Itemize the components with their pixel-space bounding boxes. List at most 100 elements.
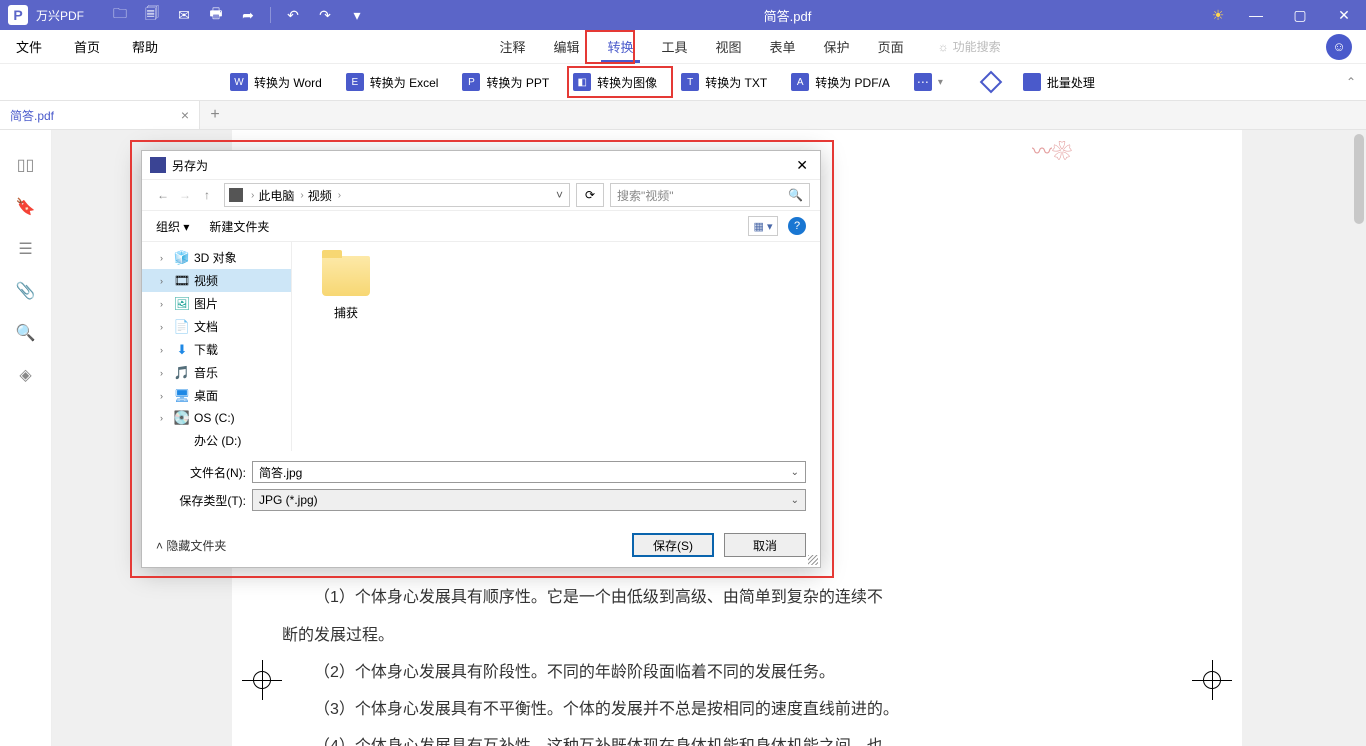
- dialog-app-icon: [150, 157, 166, 173]
- txt-icon: T: [681, 73, 699, 91]
- dialog-nav: ← → ↑ › 此电脑 › 视频 › ˅ ⟳ 搜索"视频" 🔍: [142, 179, 820, 211]
- tree-item-pictures[interactable]: ›🖼图片: [142, 292, 291, 315]
- folder-label: 捕获: [334, 304, 358, 321]
- tree-item-other[interactable]: 办公 (D:): [142, 429, 291, 451]
- save-icon[interactable]: 🗐: [138, 1, 166, 29]
- new-folder-button[interactable]: 新建文件夹: [209, 218, 269, 235]
- tab-view[interactable]: 视图: [702, 30, 756, 63]
- menu-home[interactable]: 首页: [58, 30, 116, 63]
- nav-back-icon[interactable]: ←: [152, 188, 174, 202]
- dialog-title: 另存为: [172, 157, 208, 174]
- filename-label: 文件名(N):: [156, 464, 246, 481]
- nav-up-icon[interactable]: ↑: [196, 188, 218, 202]
- tab-annotate[interactable]: 注释: [485, 30, 539, 63]
- resize-grip[interactable]: [808, 555, 818, 565]
- scrollbar-thumb[interactable]: [1354, 134, 1364, 224]
- document-title: 简答.pdf: [373, 6, 1202, 25]
- side-toolbar: ▯▯ 🔖 ☰ 📎 🔍 ◈ ▸: [0, 130, 52, 746]
- mail-icon[interactable]: ✉: [170, 1, 198, 29]
- breadcrumb-dropdown-icon[interactable]: ˅: [556, 188, 563, 202]
- open-folder-icon[interactable]: 🗀: [106, 1, 134, 29]
- app-logo: P: [8, 5, 28, 25]
- undo-icon[interactable]: ↶: [279, 1, 307, 29]
- folder-tree: ›🧊3D 对象 ›🎞视频 ›🖼图片 ›📄文档 ›⬇下载 ›🎵音乐 ›🖥桌面 ›💽…: [142, 242, 292, 451]
- refresh-icon[interactable]: ⟳: [576, 183, 604, 207]
- organize-button[interactable]: 组织 ▾: [156, 218, 189, 235]
- convert-to-txt-button[interactable]: T转换为 TXT: [681, 73, 767, 91]
- dropdown-icon[interactable]: ▾: [343, 1, 371, 29]
- tree-item-osc[interactable]: ›💽OS (C:): [142, 407, 291, 429]
- file-list[interactable]: 捕获: [292, 242, 820, 451]
- tree-item-desktop[interactable]: ›🖥桌面: [142, 384, 291, 407]
- breadcrumb[interactable]: › 此电脑 › 视频 › ˅: [224, 183, 570, 207]
- more-icon[interactable]: ⋯: [914, 73, 932, 91]
- maximize-icon[interactable]: ▢: [1280, 1, 1320, 29]
- view-mode-button[interactable]: ▦ ▾: [748, 216, 778, 236]
- ribbon: W转换为 Word E转换为 Excel P转换为 PPT ◧转换为图像 T转换…: [0, 64, 1366, 100]
- share-icon[interactable]: ➦: [234, 1, 262, 29]
- tab-page[interactable]: 页面: [864, 30, 918, 63]
- dialog-search-input[interactable]: 搜索"视频" 🔍: [610, 183, 810, 207]
- theme-icon[interactable]: ☀: [1204, 1, 1232, 29]
- help-icon[interactable]: ?: [788, 217, 806, 235]
- chevron-down-icon[interactable]: ⌄: [791, 467, 799, 478]
- tree-item-music[interactable]: ›🎵音乐: [142, 361, 291, 384]
- cancel-button[interactable]: 取消: [724, 533, 806, 557]
- doc-paragraph: 断的发展过程。: [282, 618, 1192, 653]
- separator: [270, 7, 271, 23]
- lightbulb-icon: ☼: [938, 40, 949, 54]
- thumbnails-icon[interactable]: ▯▯: [15, 154, 37, 176]
- document-tab[interactable]: 简答.pdf ×: [0, 101, 200, 129]
- tab-tools[interactable]: 工具: [648, 30, 702, 63]
- convert-to-ppt-button[interactable]: P转换为 PPT: [462, 73, 549, 91]
- tab-convert[interactable]: 转换: [593, 30, 647, 63]
- layers-icon[interactable]: ◈: [15, 364, 37, 386]
- comments-icon[interactable]: ☰: [15, 238, 37, 260]
- tab-form[interactable]: 表单: [756, 30, 810, 63]
- menu-file[interactable]: 文件: [0, 30, 58, 63]
- crumb-pc[interactable]: 此电脑: [258, 187, 294, 204]
- filetype-label: 保存类型(T):: [156, 492, 246, 509]
- minimize-icon[interactable]: —: [1236, 1, 1276, 29]
- filetype-select[interactable]: JPG (*.jpg)⌄: [252, 489, 806, 511]
- batch-process-button[interactable]: 批量处理: [1023, 73, 1095, 91]
- shape-tool-icon[interactable]: [980, 71, 1003, 94]
- folder-item[interactable]: 捕获: [306, 256, 386, 321]
- tree-item-video[interactable]: ›🎞视频: [142, 269, 291, 292]
- bookmark-icon[interactable]: 🔖: [15, 196, 37, 218]
- attachment-icon[interactable]: 📎: [15, 280, 37, 302]
- tab-edit[interactable]: 编辑: [539, 30, 593, 63]
- convert-to-pdfa-button[interactable]: A转换为 PDF/A: [791, 73, 890, 91]
- dialog-close-icon[interactable]: ✕: [792, 157, 812, 174]
- ribbon-collapse-icon[interactable]: ⌃: [1346, 75, 1356, 89]
- chevron-down-icon[interactable]: ▾: [938, 77, 943, 88]
- print-icon[interactable]: 🖶: [202, 1, 230, 29]
- tree-item-downloads[interactable]: ›⬇下载: [142, 338, 291, 361]
- hide-folders-toggle[interactable]: ˄ 隐藏文件夹: [156, 537, 226, 554]
- tab-protect[interactable]: 保护: [810, 30, 864, 63]
- close-tab-icon[interactable]: ×: [181, 107, 189, 123]
- titlebar: P 万兴PDF 🗀 🗐 ✉ 🖶 ➦ ↶ ↷ ▾ 简答.pdf ☀ — ▢ ✕: [0, 0, 1366, 30]
- crumb-video[interactable]: 视频: [308, 187, 332, 204]
- redo-icon[interactable]: ↷: [311, 1, 339, 29]
- save-button[interactable]: 保存(S): [632, 533, 714, 557]
- tree-item-3dobjects[interactable]: ›🧊3D 对象: [142, 246, 291, 269]
- user-avatar[interactable]: ☺: [1326, 34, 1352, 60]
- add-tab-button[interactable]: +: [200, 101, 230, 129]
- nav-forward-icon[interactable]: →: [174, 188, 196, 202]
- filename-input[interactable]: 简答.jpg⌄: [252, 461, 806, 483]
- close-window-icon[interactable]: ✕: [1324, 1, 1364, 29]
- tree-item-documents[interactable]: ›📄文档: [142, 315, 291, 338]
- convert-to-image-button[interactable]: ◧转换为图像: [573, 73, 657, 91]
- batch-icon: [1023, 73, 1041, 91]
- function-search[interactable]: ☼ 功能搜索: [938, 38, 1001, 55]
- convert-to-excel-button[interactable]: E转换为 Excel: [346, 73, 439, 91]
- vertical-scrollbar[interactable]: [1352, 130, 1366, 746]
- chevron-down-icon[interactable]: ⌄: [791, 495, 799, 506]
- convert-to-word-button[interactable]: W转换为 Word: [230, 73, 322, 91]
- menubar: 文件 首页 帮助 注释 编辑 转换 工具 视图 表单 保护 页面 ☼ 功能搜索 …: [0, 30, 1366, 64]
- doc-paragraph: （3）个体身心发展具有不平衡性。个体的发展并不总是按相同的速度直线前进的。: [282, 692, 1192, 727]
- doc-paragraph: （2）个体身心发展具有阶段性。不同的年龄阶段面临着不同的发展任务。: [282, 655, 1192, 690]
- search-icon[interactable]: 🔍: [15, 322, 37, 344]
- menu-help[interactable]: 帮助: [116, 30, 174, 63]
